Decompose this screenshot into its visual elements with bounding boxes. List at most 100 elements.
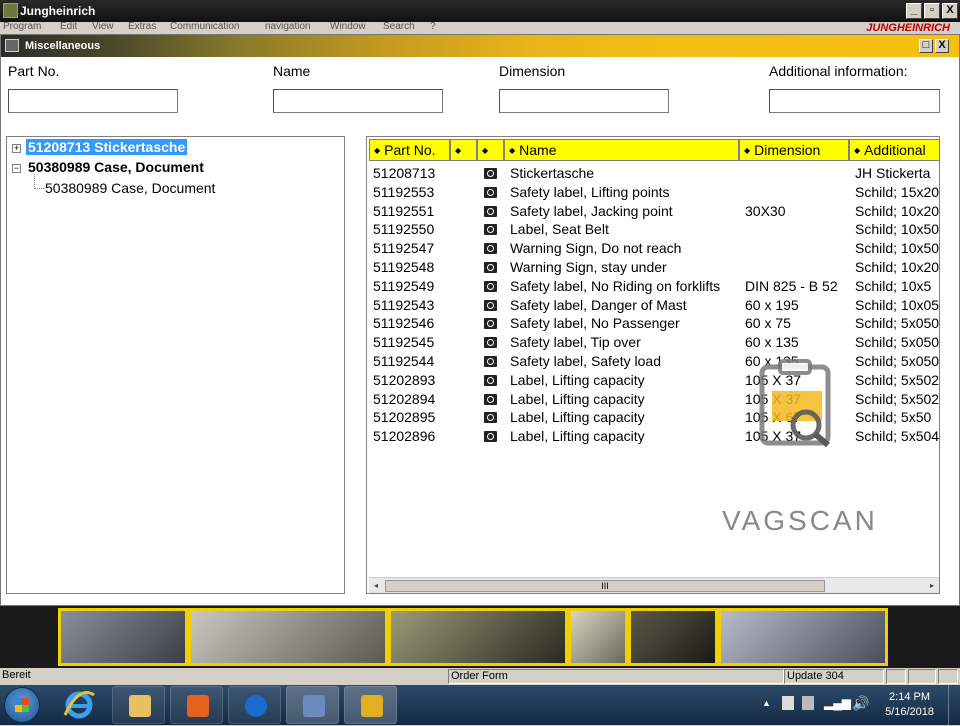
tree-node-stickertasche[interactable]: 51208713 Stickertasche (26, 139, 188, 155)
cell-part-no: 51202893 (373, 371, 436, 388)
menu-item-window[interactable]: Window (330, 22, 366, 32)
cell-additional: JH Stickerta (855, 165, 931, 181)
show-desktop-button[interactable] (948, 685, 960, 725)
banner-image (58, 608, 188, 666)
horizontal-scrollbar[interactable]: ◂ III ▸ (369, 577, 939, 593)
table-row[interactable]: 51192551 Safety label, Jacking point 30X30… (369, 202, 940, 221)
additional-input[interactable] (769, 89, 940, 113)
action-center-icon[interactable] (782, 696, 794, 710)
child-close-button[interactable]: X (935, 39, 949, 53)
taskbar-teamviewer[interactable] (228, 686, 281, 724)
camera-icon[interactable] (484, 299, 497, 311)
column-header-part-no[interactable]: ◆ Part No. (369, 139, 450, 161)
camera-icon[interactable] (484, 337, 497, 349)
cell-name: Safety label, Safety load (510, 353, 661, 369)
camera-icon[interactable] (484, 243, 497, 255)
taskbar-app[interactable] (286, 686, 339, 724)
network-signal-icon[interactable]: ▂▄▆ (824, 696, 851, 710)
column-header-dimension[interactable]: ◆ Dimension (739, 139, 849, 161)
scroll-left-icon[interactable]: ◂ (369, 580, 383, 592)
camera-icon[interactable] (484, 356, 497, 367)
taskbar-media-player[interactable] (170, 686, 223, 724)
camera-icon[interactable] (484, 393, 497, 405)
child-restore-button[interactable]: □ (919, 39, 933, 53)
status-text: Bereit (2, 669, 31, 681)
cell-additional: Schild; 10x20 (855, 202, 940, 219)
minimize-button[interactable]: _ (906, 3, 922, 19)
camera-icon[interactable] (484, 224, 497, 236)
cell-part-no: 51192547 (373, 240, 435, 257)
cell-dimension: 60 x 75 (745, 315, 791, 332)
volume-icon[interactable]: 🔊 (852, 695, 869, 712)
camera-icon[interactable] (484, 205, 497, 217)
clock[interactable]: 2:14 PM 5/16/2018 (885, 690, 934, 720)
scroll-right-icon[interactable]: ▸ (925, 580, 939, 592)
restore-button[interactable]: ▫ (924, 3, 940, 19)
column-header-name[interactable]: ◆ Name (504, 139, 739, 161)
menu-item-help[interactable]: ? (430, 22, 436, 32)
tree-node-case-document[interactable]: 50380989 Case, Document (28, 159, 204, 175)
table-row[interactable]: 51192544 Safety label, Safety load 60 x 13… (369, 352, 939, 371)
camera-icon[interactable] (484, 412, 497, 424)
column-header-additional[interactable]: ◆ Additional (849, 139, 939, 161)
table-row[interactable]: 51202894Label, Lifting capacity105 X 37S… (369, 390, 939, 409)
dimension-input[interactable] (499, 89, 669, 113)
menu-item-communication[interactable]: Communication (170, 22, 239, 32)
table-row[interactable]: 51192548 Warning Sign, stay under Schild; … (369, 258, 939, 277)
menu-item-navigation[interactable]: navigation (265, 22, 311, 32)
cell-part-no: 51192550 (373, 221, 435, 238)
taskbar-explorer[interactable] (112, 686, 165, 724)
table-row[interactable]: 51202895Label, Lifting capacity105 X 67S… (369, 408, 939, 427)
close-button[interactable]: X (942, 3, 958, 19)
cell-name: Safety label, No Passenger (510, 315, 680, 332)
table-row[interactable]: 51192553 Safety label, Lifting points Schi… (369, 183, 939, 202)
cell-dimension: 30X30 (745, 202, 786, 219)
camera-icon[interactable] (484, 280, 497, 292)
part-no-input[interactable] (8, 89, 178, 113)
camera-icon[interactable] (484, 318, 497, 330)
menu-item-edit[interactable]: Edit (60, 22, 77, 32)
status-bar: Bereit Order Form Update 304 (0, 668, 960, 685)
start-button[interactable] (4, 687, 40, 723)
column-header-icon[interactable]: ◆ (477, 139, 504, 161)
tree-expander[interactable]: − (12, 164, 21, 173)
table-row[interactable]: 51208713 Stickertasche JH Stickerta (369, 164, 939, 183)
banner-image (388, 608, 568, 666)
table-row[interactable]: 51192547 Warning Sign, Do not reach Schild… (369, 239, 939, 258)
table-row[interactable]: 51202896 Label, Lifting capacity 105 X 37 S… (369, 427, 939, 446)
table-row[interactable]: 51192549 Safety label, No Riding on forkl… (369, 277, 939, 296)
column-header-flag[interactable]: ◆ (450, 139, 477, 161)
camera-icon[interactable] (484, 186, 497, 198)
tree-expander[interactable]: + (12, 144, 21, 153)
table-row[interactable]: 51192545 Safety label, Tip over 60 x 135 Sc… (369, 333, 939, 352)
taskbar: ▲ ▂▄▆ 🔊 2:14 PM 5/16/2018 (0, 685, 960, 725)
cell-part-no: 51192544 (373, 353, 435, 369)
camera-icon[interactable] (484, 374, 497, 386)
cell-part-no: 51192553 (373, 183, 435, 200)
taskbar-jungheinrich[interactable] (344, 686, 397, 724)
table-row[interactable]: 51192550 Label, Seat Belt Schild; 10x50 (369, 220, 940, 239)
cell-additional: Schild; 10x50 (855, 221, 940, 238)
name-input[interactable] (273, 89, 443, 113)
tree-node-case-document-child[interactable]: 50380989 Case, Document (45, 180, 215, 196)
menu-item-search[interactable]: Search (383, 22, 415, 32)
menu-item-extras[interactable]: Extras (128, 22, 156, 32)
part-no-label: Part No. (8, 63, 60, 79)
app-icon (3, 3, 18, 18)
camera-icon[interactable] (484, 431, 497, 443)
tray-expand-icon[interactable]: ▲ (762, 698, 771, 708)
camera-icon[interactable] (484, 168, 497, 179)
table-row[interactable]: 51192546 Safety label, No Passenger 60 x 7… (369, 314, 939, 333)
parts-tree[interactable]: + 51208713 Stickertasche − 50380989 Case… (6, 136, 345, 594)
table-row[interactable]: 51192543 Safety label, Danger of Mast 60 x… (369, 296, 939, 315)
menu-item-view[interactable]: View (92, 22, 114, 32)
scroll-thumb[interactable]: III (385, 580, 825, 592)
device-icon[interactable] (802, 696, 814, 710)
camera-icon[interactable] (484, 262, 497, 273)
cell-name: Label, Seat Belt (510, 221, 609, 238)
menu-item-program[interactable]: Program (3, 22, 41, 32)
window-icon (5, 39, 19, 52)
banner-image (188, 608, 388, 666)
table-row[interactable]: 51202893 Label, Lifting capacity 105 X 37 S… (369, 371, 939, 390)
internet-explorer-icon[interactable] (62, 689, 96, 721)
